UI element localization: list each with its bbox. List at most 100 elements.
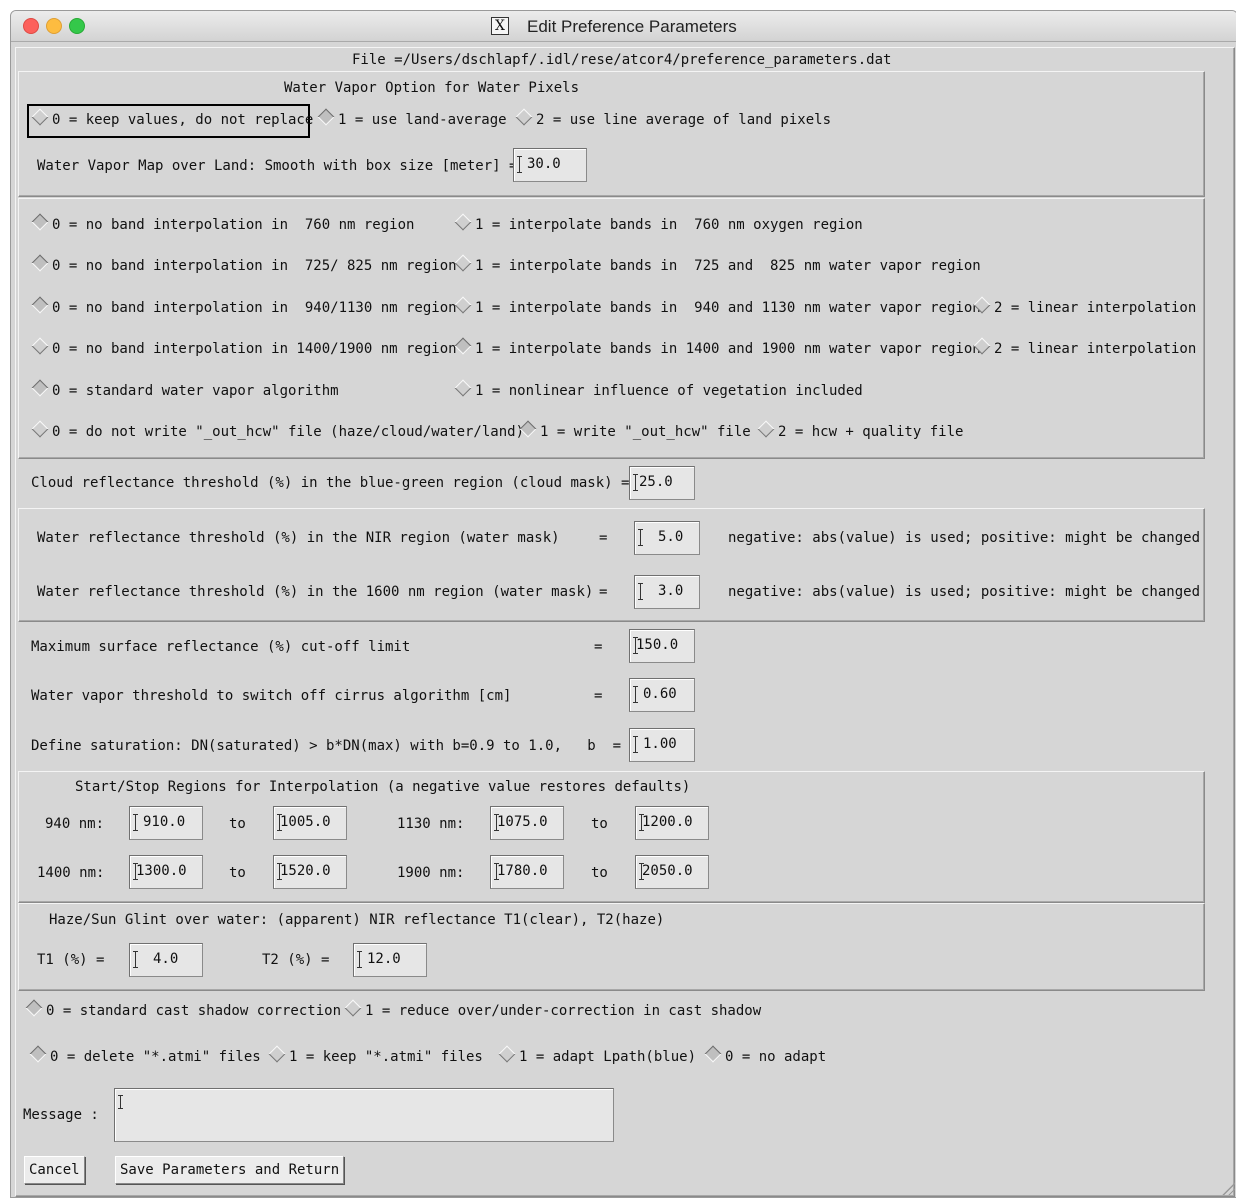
haze-heading: Haze/Sun Glint over water: (apparent) NI… — [49, 912, 665, 928]
zoom-window-button[interactable] — [69, 18, 85, 34]
saturation-input[interactable]: 1.00 — [629, 728, 695, 762]
radio-diamond-icon — [31, 420, 49, 438]
adapt-lpath-radio[interactable]: 1 = adapt Lpath(blue) — [498, 1045, 697, 1066]
r940-opt1-radio[interactable]: 1 = interpolate bands in 940 and 1130 nm… — [454, 296, 981, 317]
text-cursor-icon — [633, 474, 638, 491]
r760-opt1-radio[interactable]: 1 = interpolate bands in 760 nm oxygen r… — [454, 213, 863, 234]
radio-diamond-icon — [31, 108, 49, 126]
wv-option-0-label: 0 = keep values, do not replace — [52, 112, 314, 128]
wv-option-2-label: 2 = use line average of land pixels — [536, 112, 832, 128]
no-adapt-radio[interactable]: 0 = no adapt — [704, 1045, 827, 1066]
cirrus-threshold-input[interactable]: 0.60 — [629, 678, 695, 712]
stop-1400-input[interactable]: 1520.0 — [273, 855, 347, 889]
r760-opt0-label: 0 = no band interpolation in 760 nm regi… — [52, 217, 415, 233]
smooth-box-input[interactable]: 30.0 — [513, 148, 587, 182]
resize-grip-icon[interactable] — [1221, 1181, 1235, 1195]
to-label: to — [591, 865, 608, 881]
t1-value: 4.0 — [153, 951, 179, 967]
save-parameters-button[interactable]: Save Parameters and Return — [115, 1156, 345, 1184]
hcw-opt1-radio[interactable]: 1 = write "_out_hcw" file — [519, 420, 751, 441]
stop-940-input[interactable]: 1005.0 — [273, 806, 347, 840]
wv-alg-opt1-radio[interactable]: 1 = nonlinear influence of vegetation in… — [454, 379, 863, 400]
cancel-button[interactable]: Cancel — [24, 1156, 85, 1184]
nir-threshold-input[interactable]: 5.0 — [634, 521, 700, 555]
r1400-opt2-label: 2 = linear interpolation — [994, 341, 1197, 357]
max-reflectance-value: 150.0 — [636, 637, 679, 653]
r1600-threshold-value: 3.0 — [658, 583, 684, 599]
shadow-opt0-radio[interactable]: 0 = standard cast shadow correction — [25, 999, 341, 1020]
r725-opt1-radio[interactable]: 1 = interpolate bands in 725 and 825 nm … — [454, 254, 981, 275]
radio-diamond-icon — [317, 108, 335, 126]
wv-alg-opt0-radio[interactable]: 0 = standard water vapor algorithm — [31, 379, 339, 400]
label-1900nm: 1900 nm: — [397, 865, 465, 881]
r940-opt1-label: 1 = interpolate bands in 940 and 1130 nm… — [475, 300, 981, 316]
wv-option-2-radio[interactable]: 2 = use line average of land pixels — [515, 108, 832, 129]
close-window-button[interactable] — [23, 18, 39, 34]
r1400-opt2-radio[interactable]: 2 = linear interpolation — [973, 337, 1197, 358]
title-bar: X Edit Preference Parameters — [11, 11, 1236, 42]
message-label: Message : — [23, 1107, 99, 1123]
label-940nm: 940 nm: — [45, 816, 105, 832]
no-adapt-label: 0 = no adapt — [725, 1049, 827, 1065]
max-reflectance-input[interactable]: 150.0 — [629, 629, 695, 663]
r940-opt2-radio[interactable]: 2 = linear interpolation — [973, 296, 1196, 317]
smooth-box-label: Water Vapor Map over Land: Smooth with b… — [37, 158, 518, 174]
t1-input[interactable]: 4.0 — [129, 943, 203, 977]
atmi-delete-radio[interactable]: 0 = delete "*.atmi" files — [29, 1045, 261, 1066]
r760-opt1-label: 1 = interpolate bands in 760 nm oxygen r… — [475, 217, 863, 233]
r1400-opt1-radio[interactable]: 1 = interpolate bands in 1400 and 1900 n… — [454, 337, 981, 358]
shadow-opt1-radio[interactable]: 1 = reduce over/under-correction in cast… — [344, 999, 762, 1020]
r940-opt0-radio[interactable]: 0 = no band interpolation in 940/1130 nm… — [31, 296, 457, 317]
nir-threshold-label: Water reflectance threshold (%) in the N… — [37, 530, 560, 546]
window-title: Edit Preference Parameters — [527, 17, 737, 36]
t2-value: 12.0 — [367, 951, 401, 967]
shadow-opt1-label: 1 = reduce over/under-correction in cast… — [365, 1003, 762, 1019]
radio-diamond-icon — [25, 999, 43, 1017]
stop-1130-value: 1200.0 — [642, 814, 693, 830]
nir-threshold-eq: = — [599, 530, 608, 546]
t2-input[interactable]: 12.0 — [353, 943, 427, 977]
wv-option-0-radio[interactable]: 0 = keep values, do not replace — [31, 108, 314, 129]
text-cursor-icon — [133, 951, 138, 968]
start-1130-input[interactable]: 1075.0 — [490, 806, 564, 840]
wv-option-1-radio[interactable]: 1 = use land-average — [317, 108, 507, 129]
hcw-opt0-radio[interactable]: 0 = do not write "_out_hcw" file (haze/c… — [31, 420, 524, 441]
atmi-delete-label: 0 = delete "*.atmi" files — [50, 1049, 261, 1065]
atmi-keep-radio[interactable]: 1 = keep "*.atmi" files — [268, 1045, 483, 1066]
r760-opt0-radio[interactable]: 0 = no band interpolation in 760 nm regi… — [31, 213, 415, 234]
nir-threshold-note: negative: abs(value) is used; positive: … — [728, 530, 1201, 546]
message-textarea[interactable] — [114, 1088, 614, 1142]
stop-1130-input[interactable]: 1200.0 — [635, 806, 709, 840]
r725-opt1-label: 1 = interpolate bands in 725 and 825 nm … — [475, 258, 981, 274]
hcw-opt2-radio[interactable]: 2 = hcw + quality file — [757, 420, 963, 441]
cloud-threshold-input[interactable]: 25.0 — [629, 466, 695, 500]
to-label: to — [229, 816, 246, 832]
start-1900-value: 1780.0 — [497, 863, 548, 879]
r1400-opt0-radio[interactable]: 0 = no band interpolation in 1400/1900 n… — [31, 337, 457, 358]
radio-diamond-icon — [519, 420, 537, 438]
text-cursor-icon — [638, 529, 643, 546]
stop-940-value: 1005.0 — [280, 814, 331, 830]
radio-diamond-icon — [704, 1045, 722, 1063]
stop-1900-input[interactable]: 2050.0 — [635, 855, 709, 889]
r1600-threshold-note: negative: abs(value) is used; positive: … — [728, 584, 1201, 600]
radio-diamond-icon — [515, 108, 533, 126]
adapt-lpath-label: 1 = adapt Lpath(blue) — [519, 1049, 697, 1065]
max-reflectance-eq: = — [594, 639, 603, 655]
x11-icon: X — [491, 17, 509, 35]
r940-opt0-label: 0 = no band interpolation in 940/1130 nm… — [52, 300, 457, 316]
minimize-window-button[interactable] — [46, 18, 62, 34]
label-1400nm: 1400 nm: — [37, 865, 105, 881]
start-1400-input[interactable]: 1300.0 — [129, 855, 203, 889]
cloud-threshold-label: Cloud reflectance threshold (%) in the b… — [31, 475, 630, 491]
file-path-label: File =/Users/dschlapf/.idl/rese/atcor4/p… — [352, 52, 892, 68]
start-1400-value: 1300.0 — [136, 863, 187, 879]
cloud-threshold-value: 25.0 — [639, 474, 673, 490]
radio-diamond-icon — [31, 337, 49, 355]
t2-label: T2 (%) = — [262, 952, 330, 968]
r1600-threshold-input[interactable]: 3.0 — [634, 575, 700, 609]
start-940-input[interactable]: 910.0 — [129, 806, 203, 840]
radio-diamond-icon — [454, 296, 472, 314]
r725-opt0-radio[interactable]: 0 = no band interpolation in 725/ 825 nm… — [31, 254, 457, 275]
start-1900-input[interactable]: 1780.0 — [490, 855, 564, 889]
